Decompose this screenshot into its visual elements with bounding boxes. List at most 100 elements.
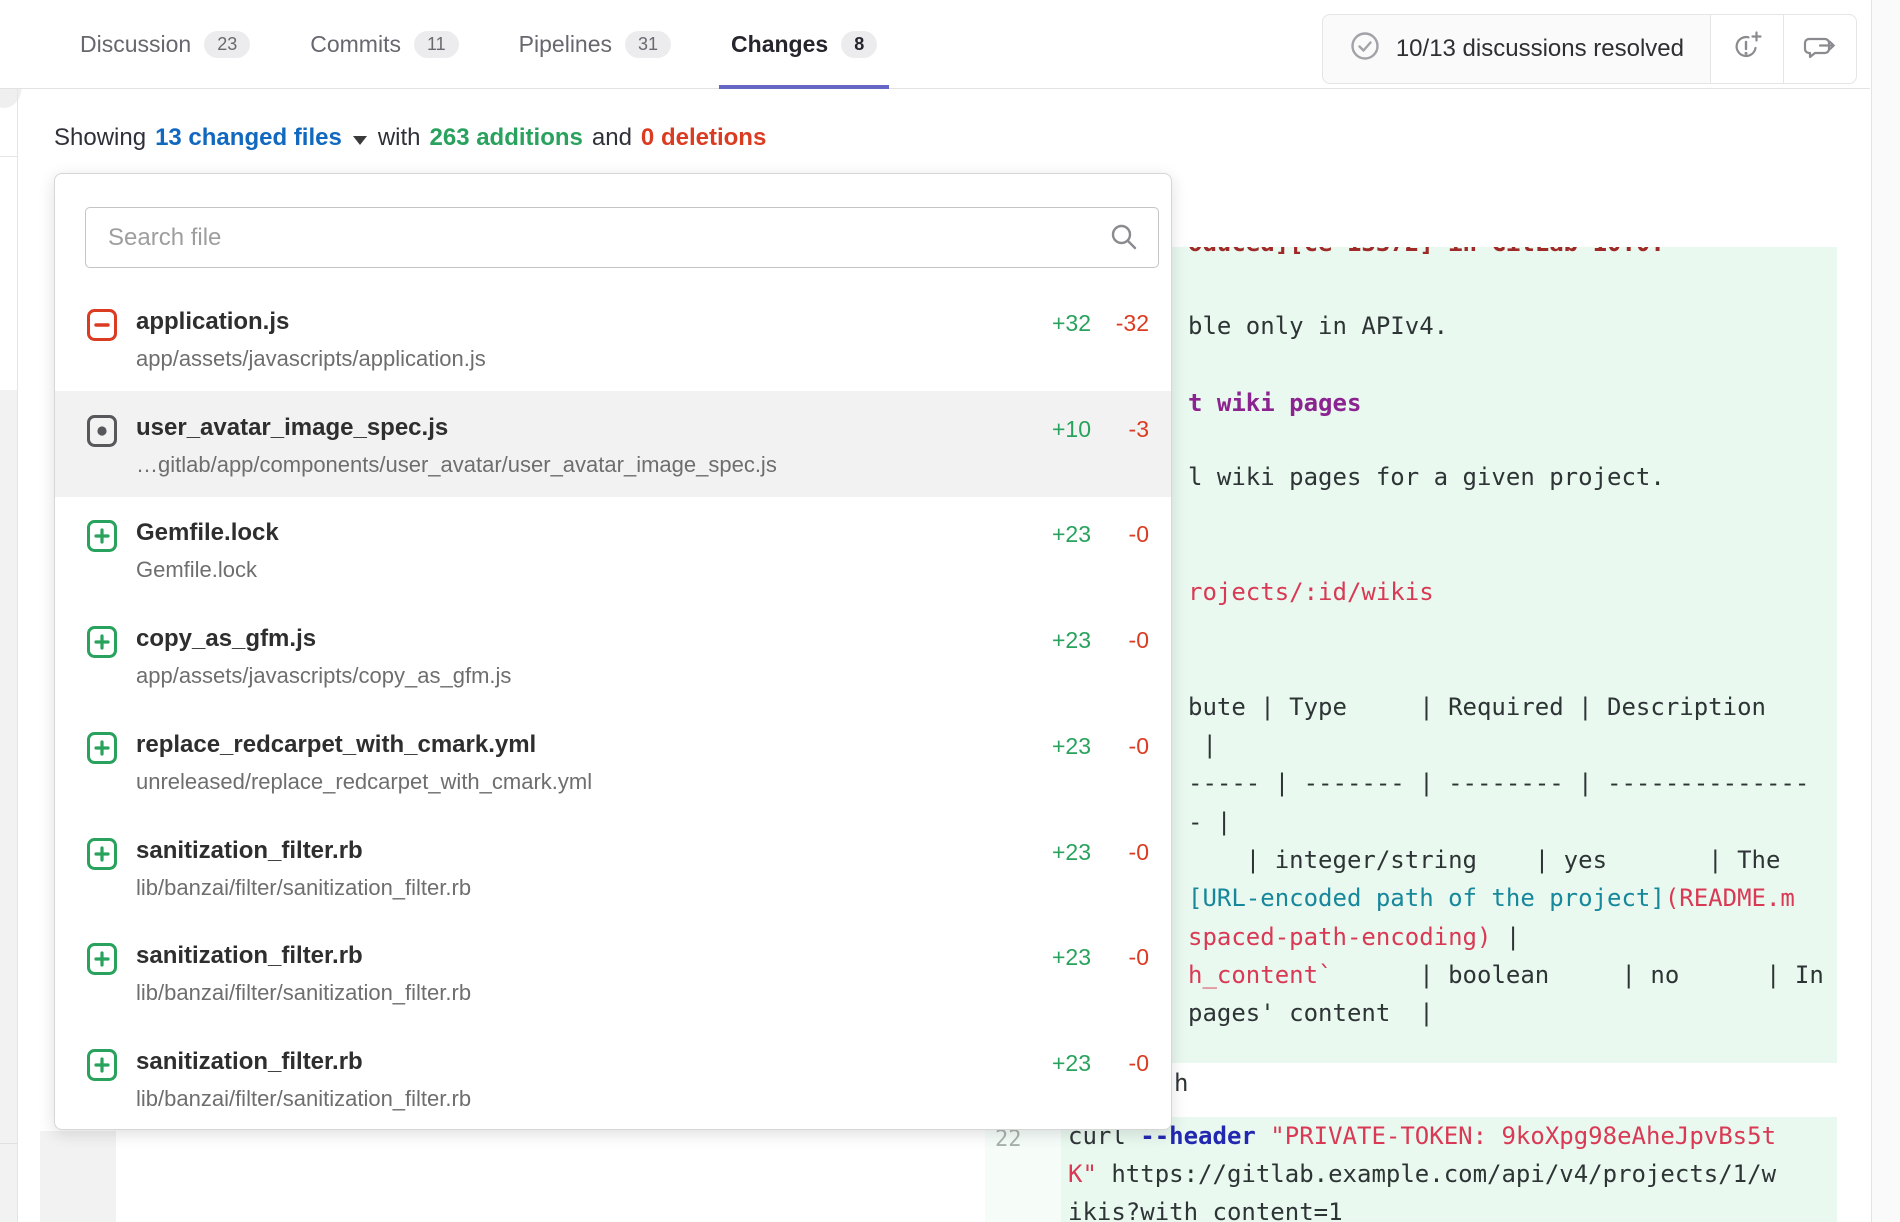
file-list-item[interactable]: copy_as_gfm.jsapp/assets/javascripts/cop… [55,602,1171,708]
diff-line-segment: (README.m [1665,884,1795,912]
diff-line-segment: ble only in APIv4. [1188,312,1448,340]
file-list-item[interactable]: application.js app/assets/javascripts/app… [55,285,1171,391]
diff-line-segment: | boolean | no | In [1333,961,1824,989]
file-additions: +23 [1011,521,1091,548]
file-deletions: -0 [1097,839,1149,866]
file-path: unreleased/replace_redcarpet_with_cmark.… [136,769,592,795]
file-name: application.js [136,308,289,336]
left-panel-border [17,0,18,1222]
tab-changes[interactable]: Changes8 [725,0,883,89]
diff-line-segment: K" [1068,1160,1097,1188]
file-additions: +23 [1011,627,1091,654]
file-modified-icon [87,415,117,452]
changed-files-dropdown-toggle[interactable]: 13 changed files [155,124,342,152]
tab-count-badge: 31 [625,31,671,58]
search-field-wrap [85,207,1159,268]
summary-deletions: 0 deletions [641,124,766,152]
merge-request-changes-page: oduced][ce-13372] in GitLab 10.0. ble onl… [0,0,1900,1222]
file-additions: +10 [1011,416,1091,443]
file-additions: +32 [1011,310,1091,337]
diff-code-fence-fragment: h [1174,1068,1188,1098]
new-issue-icon [1731,31,1763,68]
diff-line: ble only in APIv4. [1188,311,1448,341]
check-circle-icon [1349,30,1381,69]
summary-with: with [378,124,421,152]
window-right-border [1871,0,1872,1222]
file-list-item[interactable]: sanitization_filter.rb lib/banzai/filter/… [55,919,1171,1025]
search-file-input[interactable] [85,207,1159,268]
diff-line: oduced][ce-13372] in GitLab 10.0. [1188,247,1665,258]
file-path: app/assets/javascripts/application.js [136,346,486,372]
next-discussion-icon [1803,31,1837,68]
diff-gutter-below-panel [40,1131,116,1222]
file-name: sanitization_filter.rb [136,1048,363,1076]
summary-showing: Showing [54,124,146,152]
summary-and: and [592,124,632,152]
file-added-icon [87,838,117,875]
diff-line-segment: rojects/:id/wikis [1188,578,1434,606]
tab-commits[interactable]: Commits11 [304,0,464,89]
search-icon [1109,222,1139,257]
tab-discussion[interactable]: Discussion23 [74,0,256,89]
file-deletions: -0 [1097,521,1149,548]
diff-line-segment: l wiki pages for a given project. [1188,463,1665,491]
changes-summary: Showing 13 changed files with 263 additi… [54,124,766,152]
file-path: …gitlab/app/components/user_avatar/user_… [136,452,777,478]
diff-line: ikis?with_content=1 [1068,1197,1343,1222]
diff-line: h_content` | boolean | no | In [1188,960,1824,990]
file-additions: +23 [1011,944,1091,971]
diff-line-segment: | [1188,731,1217,759]
file-list-item[interactable]: sanitization_filter.rb lib/banzai/filter/… [55,814,1171,920]
file-name: user_avatar_image_spec.js [136,414,448,442]
file-list-item[interactable]: user_avatar_image_spec.js …gitlab/app/com… [55,391,1171,497]
diff-line-segment: spaced-path-encoding) [1188,923,1491,951]
file-name: sanitization_filter.rb [136,942,363,970]
resolve-in-new-issue-button[interactable] [1710,14,1784,84]
file-path: lib/banzai/filter/sanitization_filter.rb [136,1086,471,1112]
diff-line-segment: pages' content | [1188,999,1434,1027]
file-name: sanitization_filter.rb [136,837,363,865]
window-right-strip [1872,0,1900,1222]
diff-line: rojects/:id/wikis [1188,577,1434,607]
diff-line-segment: t wiki pages [1188,389,1361,417]
file-deletions: -0 [1097,944,1149,971]
diff-line-segment: | [1491,923,1520,951]
diff-line: | integer/string | yes | The [1188,845,1780,875]
file-added-icon [87,943,117,980]
file-path: lib/banzai/filter/sanitization_filter.rb [136,980,471,1006]
jump-to-next-discussion-button[interactable] [1783,14,1857,84]
left-panel-sliver [0,390,17,1222]
file-list-item[interactable]: replace_redcarpet_with_cmark.yml unreleas… [55,708,1171,814]
file-deletions: -0 [1097,627,1149,654]
diff-line: | [1188,730,1217,760]
diff-line-segment: ikis?with_content=1 [1068,1198,1343,1222]
file-added-icon [87,626,117,663]
tab-label: Pipelines [519,31,612,58]
chevron-down-icon[interactable] [353,136,367,145]
diff-line-segment: https://gitlab.example.com/api/v4/projec… [1097,1160,1776,1188]
diff-line: - | [1188,807,1231,837]
file-path: lib/banzai/filter/sanitization_filter.rb [136,875,471,901]
discussions-resolved-box: 10/13 discussions resolved [1322,14,1711,84]
diff-line: ----- | ------- | -------- | -----------… [1188,768,1809,798]
left-panel-divider [0,156,17,157]
diff-added-block: 22 curl --header "PRIVATE-TOKEN: 9koXpg9… [985,1117,1837,1222]
file-deletions: -32 [1097,310,1149,337]
tab-count-badge: 23 [204,31,250,58]
left-panel-divider [0,1143,17,1144]
diff-line: pages' content | [1188,998,1434,1028]
file-list-item[interactable]: Gemfile.lockGemfile.lock+23-0 [55,496,1171,602]
file-name: replace_redcarpet_with_cmark.yml [136,731,536,759]
diff-line: l wiki pages for a given project. [1188,462,1665,492]
file-search-dropdown: application.js app/assets/javascripts/app… [54,173,1172,1130]
diff-line-segment: h_content` [1188,961,1333,989]
diff-line-segment: oduced][ce-13372] in GitLab 10.0. [1188,247,1665,257]
file-additions: +23 [1011,733,1091,760]
file-deletions: -3 [1097,416,1149,443]
file-path: app/assets/javascripts/copy_as_gfm.js [136,663,511,689]
diff-line: bute | Type | Required | Description [1188,692,1766,722]
file-list-item[interactable]: sanitization_filter.rb lib/banzai/filter/… [55,1025,1171,1131]
file-added-icon [87,520,117,557]
file-additions: +23 [1011,1050,1091,1077]
tab-pipelines[interactable]: Pipelines 31 [513,0,677,89]
